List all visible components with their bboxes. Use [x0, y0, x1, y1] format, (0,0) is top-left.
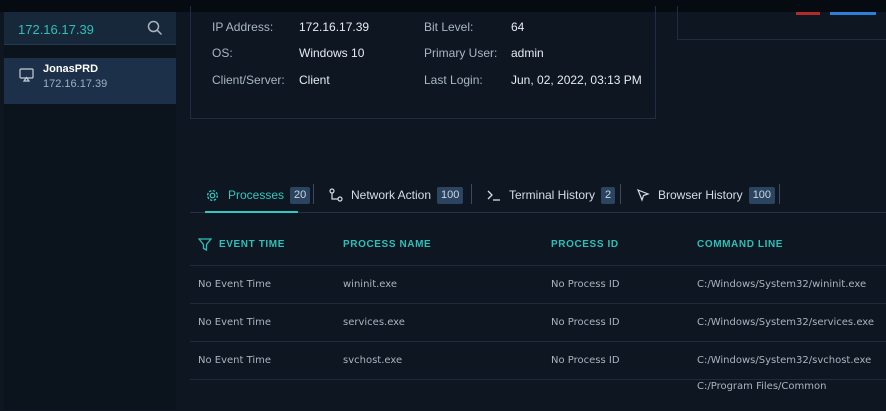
terminal-icon [487, 190, 500, 201]
os-value: Windows 10 [299, 46, 365, 60]
bit-level-label: Bit Level: [424, 20, 474, 34]
process-name-cell: wininit.exe [343, 279, 398, 290]
process-id-cell: No Process ID [551, 279, 620, 290]
primary-user-value: admin [511, 46, 544, 60]
filter-icon[interactable] [198, 238, 212, 251]
column-header-command-line[interactable]: COMMAND LINE [697, 239, 783, 250]
table-row[interactable]: C:/Program Files/Common [190, 379, 886, 411]
tab-network-action[interactable]: Network Action 100 [329, 184, 464, 206]
count-badge: 2 [601, 186, 616, 204]
table-row[interactable]: No Event Time wininit.exe No Process ID … [190, 265, 886, 304]
ip-address-value: 172.16.17.39 [299, 20, 370, 34]
count-badge: 100 [437, 186, 464, 204]
tab-label: Network Action [351, 188, 432, 202]
gear-icon [206, 189, 219, 201]
command-line-cell: C:/Windows/System32/services.exe [697, 317, 875, 328]
device-ip: 172.16.17.39 [43, 78, 108, 90]
client-server-label: Client/Server: [212, 73, 285, 87]
status-link [830, 12, 876, 15]
cursor-icon [636, 188, 650, 202]
sidebar: JonasPRD 172.16.17.39 [4, 12, 176, 410]
tab-processes[interactable]: Processes 20 [205, 184, 311, 206]
search-icon[interactable] [147, 20, 163, 36]
tab-terminal-history[interactable]: Terminal History 2 [487, 184, 616, 206]
device-list-item[interactable]: JonasPRD 172.16.17.39 [4, 58, 176, 104]
process-name-cell: svchost.exe [343, 355, 403, 366]
tab-label: Browser History [658, 188, 743, 202]
process-id-cell: No Process ID [551, 355, 620, 366]
tab-label: Processes [228, 188, 285, 202]
command-line-cell: C:/Windows/System32/wininit.exe [697, 279, 867, 290]
event-time-cell: No Event Time [198, 279, 272, 290]
active-tab-indicator [205, 211, 298, 213]
tab-divider [313, 184, 314, 204]
monitor-icon [19, 68, 34, 82]
last-login-value: Jun, 02, 2022, 03:13 PM [511, 73, 642, 87]
tab-browser-history[interactable]: Browser History 100 [636, 184, 776, 206]
tab-divider [471, 184, 472, 204]
device-search [4, 12, 176, 45]
count-badge: 20 [290, 186, 311, 204]
column-header-process-id[interactable]: PROCESS ID [551, 239, 619, 250]
column-header-process-name[interactable]: PROCESS NAME [343, 239, 431, 250]
event-time-cell: No Event Time [198, 355, 272, 366]
column-header-event-time[interactable]: EVENT TIME [219, 239, 285, 250]
primary-user-label: Primary User: [424, 46, 498, 60]
tab-divider [620, 184, 621, 204]
command-line-cell: C:/Windows/System32/svchost.exe [697, 355, 872, 366]
client-server-value: Client [299, 73, 330, 87]
device-info-panel: IP Address: 172.16.17.39 OS: Windows 10 … [190, 6, 656, 119]
table-row[interactable]: No Event Time svchost.exe No Process ID … [190, 341, 886, 380]
tab-divider [779, 184, 780, 204]
process-name-cell: services.exe [343, 317, 405, 328]
bit-level-value: 64 [511, 20, 525, 34]
command-line-cell: C:/Program Files/Common [697, 381, 827, 392]
table-row[interactable]: No Event Time services.exe No Process ID… [190, 303, 886, 342]
last-login-label: Last Login: [424, 73, 483, 87]
count-badge: 100 [748, 186, 776, 204]
network-icon [329, 188, 343, 202]
device-name: JonasPRD [43, 63, 99, 75]
tab-bar: Processes 20 Network Action 100 Terminal… [190, 176, 886, 213]
process-id-cell: No Process ID [551, 317, 620, 328]
os-label: OS: [212, 46, 233, 60]
ip-address-label: IP Address: [212, 20, 274, 34]
event-time-cell: No Event Time [198, 317, 272, 328]
status-indicator [796, 12, 820, 15]
search-input[interactable] [16, 19, 144, 39]
tab-label: Terminal History [509, 188, 596, 202]
